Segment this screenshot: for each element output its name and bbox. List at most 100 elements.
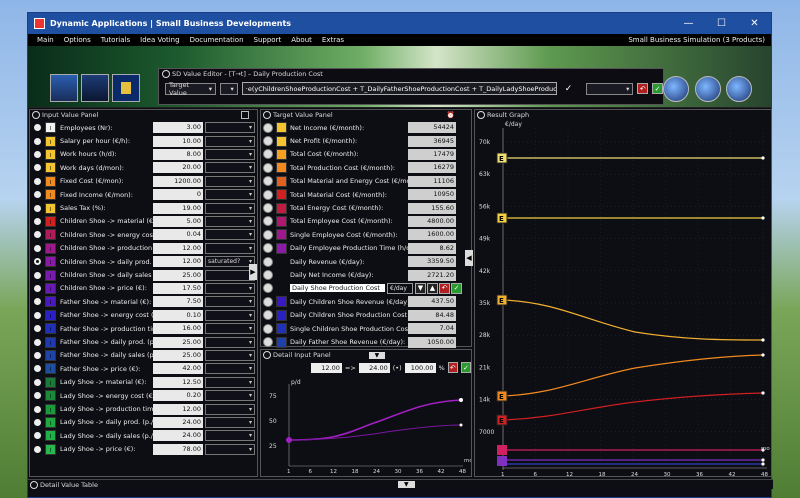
menu-tutorials[interactable]: Tutorials	[96, 36, 135, 44]
target-row[interactable]: Daily Father Shoe Revenue (€/day): 1050.0…	[261, 335, 465, 348]
row-select-radio[interactable]	[34, 445, 41, 453]
input-value-field[interactable]: 25.00	[153, 336, 203, 348]
expand-table-tab[interactable]: ▼	[397, 481, 415, 488]
collapse-left-tab[interactable]: ◀	[465, 250, 473, 266]
accept-button[interactable]: ✓	[652, 83, 664, 94]
percent-input[interactable]: 100.00	[404, 362, 436, 373]
row-select-radio[interactable]	[34, 164, 41, 172]
input-row[interactable]: I Father Shoe -> material (€): 7.50	[30, 295, 256, 308]
chart-toggle-icon[interactable]	[263, 149, 273, 160]
target-row[interactable]: Daily Children Shoe Production Cost (€/d…	[261, 309, 465, 322]
row-select-radio[interactable]	[34, 405, 41, 413]
row-select-radio[interactable]	[34, 137, 41, 145]
input-mode-dropdown[interactable]	[205, 162, 255, 174]
chart-toggle-icon[interactable]	[263, 189, 273, 200]
input-row[interactable]: I Children Shoe -> daily sales (p./d):25.…	[30, 268, 256, 281]
help-icon[interactable]	[477, 111, 485, 119]
input-mode-dropdown[interactable]	[205, 430, 255, 442]
input-row[interactable]: I Lady Shoe -> material (€): 12.50	[30, 376, 256, 389]
row-select-radio[interactable]	[34, 392, 41, 400]
row-select-radio[interactable]	[34, 204, 41, 212]
input-row[interactable]: I Father Shoe -> production time (min)16.…	[30, 322, 256, 335]
checkmark-icon[interactable]: ✓	[565, 84, 573, 94]
edit-icon[interactable]	[241, 111, 249, 119]
input-value-field[interactable]: 78.00	[153, 443, 203, 455]
function-select[interactable]: ▾	[586, 82, 634, 95]
target-row[interactable]: Single Employee Cost (€/month): 1600.00	[261, 228, 465, 241]
input-mode-dropdown[interactable]	[205, 122, 255, 134]
alarm-icon[interactable]: ⏰	[447, 111, 455, 119]
detail-undo-button[interactable]: ↶	[447, 362, 458, 373]
input-mode-dropdown[interactable]	[205, 135, 255, 147]
row-select-radio[interactable]	[34, 244, 41, 252]
input-value-field[interactable]: 0.10	[153, 309, 203, 321]
target-row[interactable]: Total Material Cost (€/month): 10950	[261, 188, 465, 201]
chart-toggle-icon[interactable]	[263, 243, 273, 254]
input-value-field[interactable]: 0.20	[153, 390, 203, 402]
row-select-radio[interactable]	[34, 365, 41, 373]
chart-toggle-icon[interactable]	[263, 323, 273, 334]
row-select-radio[interactable]	[34, 177, 41, 185]
row-select-radio[interactable]	[34, 351, 41, 359]
input-row[interactable]: I Children Shoe -> price (€): 17.50	[30, 282, 256, 295]
input-row[interactable]: I Father Shoe -> daily prod. (p./d):25.00	[30, 335, 256, 348]
chart-toggle-icon[interactable]	[263, 283, 273, 294]
input-value-field[interactable]: 1200.00	[153, 175, 203, 187]
input-value-field[interactable]: 17.50	[153, 282, 203, 294]
chart-toggle-icon[interactable]	[263, 337, 273, 348]
maximize-button[interactable]: ☐	[705, 13, 738, 34]
chart-toggle-icon[interactable]	[263, 270, 273, 281]
row-select-radio[interactable]	[34, 311, 41, 319]
input-value-field[interactable]: 10.00	[153, 135, 203, 147]
detail-input-chart[interactable]: p/d 75 50 25 mo 1 6 12 18 24 30 36 42 48	[261, 374, 471, 474]
scenario-thumbnail-2[interactable]	[81, 74, 109, 102]
input-row[interactable]: I Father Shoe -> energy cost (€): 0.10	[30, 309, 256, 322]
input-mode-dropdown[interactable]	[205, 403, 255, 415]
help-icon[interactable]	[162, 70, 170, 78]
target-row[interactable]: Net Profit (€/month): 36945	[261, 134, 465, 147]
input-row[interactable]: I Salary per hour (€/h): 10.00	[30, 134, 256, 147]
input-mode-dropdown[interactable]	[205, 323, 255, 335]
input-value-field[interactable]: 7.50	[153, 296, 203, 308]
chart-toggle-icon[interactable]	[263, 229, 273, 240]
input-row[interactable]: I Children Shoe -> daily prod. (p./d):12.…	[30, 255, 256, 268]
chart-toggle-icon[interactable]	[263, 162, 273, 173]
row-select-radio[interactable]	[34, 150, 41, 158]
input-row[interactable]: I Sales Tax (%): 19.00	[30, 201, 256, 214]
help-icon[interactable]	[32, 111, 40, 119]
series-marker[interactable]	[497, 445, 507, 455]
series-marker[interactable]	[497, 456, 507, 466]
detail-value-table-bar[interactable]: Detail Value Table ▼	[28, 479, 773, 489]
globe-button-2[interactable]	[695, 76, 721, 102]
move-down-icon[interactable]: ▼	[415, 282, 426, 294]
row-select-radio[interactable]	[34, 418, 41, 426]
row-select-radio[interactable]	[34, 258, 41, 266]
chart-toggle-icon[interactable]	[263, 296, 273, 307]
input-mode-dropdown[interactable]: saturated?	[205, 256, 255, 268]
menu-support[interactable]: Support	[249, 36, 287, 44]
input-value-field[interactable]: 5.00	[153, 215, 203, 227]
detail-accept-button[interactable]: ✓	[460, 362, 471, 373]
row-select-radio[interactable]	[34, 124, 41, 132]
undo-button[interactable]: ↶	[637, 83, 649, 94]
chart-toggle-icon[interactable]	[263, 176, 273, 187]
target-row[interactable]: Daily Net Income (€/day): 2721.20	[261, 268, 465, 281]
input-mode-dropdown[interactable]	[205, 336, 255, 348]
target-row[interactable]: Daily Revenue (€/day): 3359.50	[261, 255, 465, 268]
row-select-radio[interactable]	[34, 338, 41, 346]
target-row[interactable]: Total Material and Energy Cost (€/month)…	[261, 175, 465, 188]
chart-toggle-icon[interactable]	[263, 122, 273, 133]
target-row[interactable]: Total Production Cost (€/month): 16279	[261, 161, 465, 174]
input-value-field[interactable]: 3.00	[153, 122, 203, 134]
variable-select[interactable]: ▾	[220, 82, 238, 95]
row-select-radio[interactable]	[34, 231, 41, 239]
detail-start-point[interactable]	[286, 437, 292, 443]
row-select-radio[interactable]	[34, 378, 41, 386]
scenario-thumbnail-3[interactable]	[112, 74, 140, 102]
menu-extras[interactable]: Extras	[317, 36, 349, 44]
target-row[interactable]: Daily Children Shoe Revenue (€/day): 437.…	[261, 295, 465, 308]
range-to-input[interactable]: 24.00	[358, 362, 390, 373]
input-mode-dropdown[interactable]	[205, 148, 255, 160]
range-from-input[interactable]: 12.00	[311, 362, 342, 373]
input-row[interactable]: I Lady Shoe -> energy cost (€): 0.20	[30, 389, 256, 402]
